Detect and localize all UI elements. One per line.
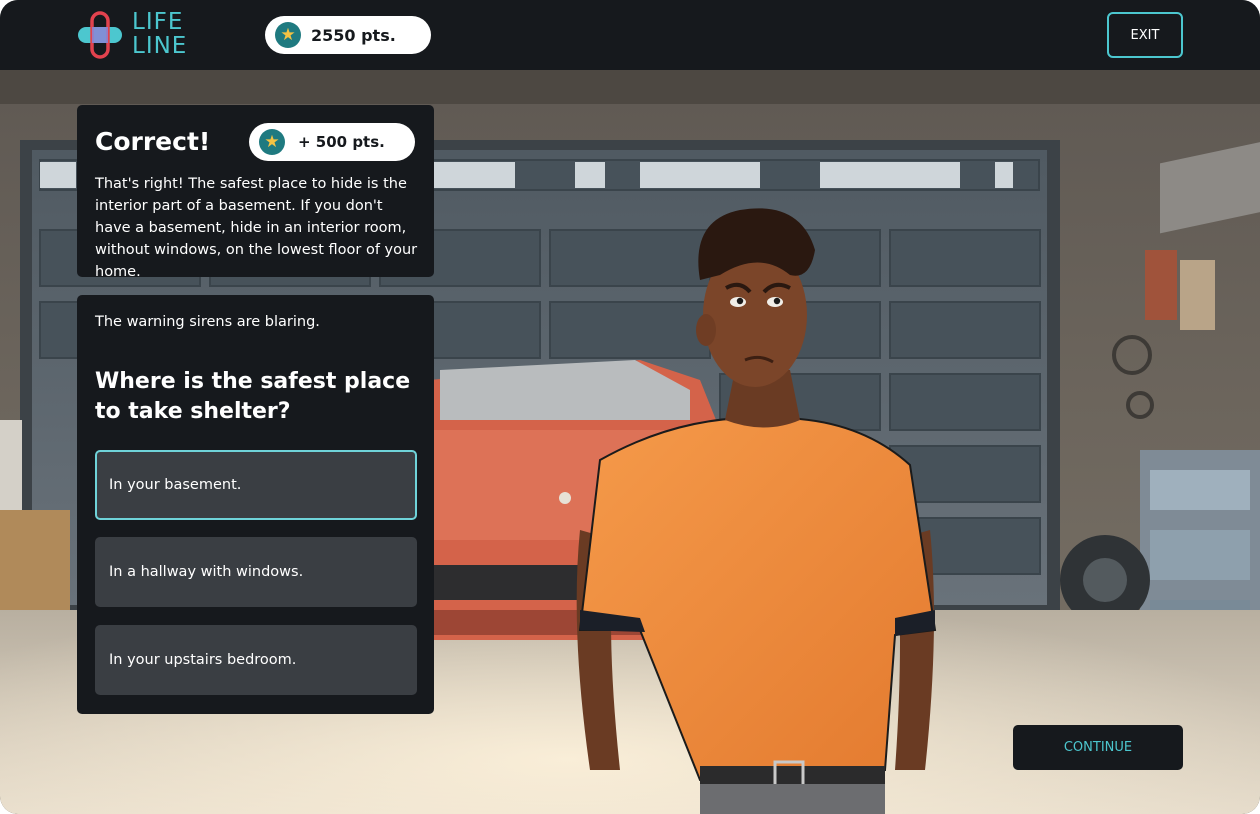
logo-line-1: LIFE [132, 9, 184, 35]
answer-option-bedroom[interactable]: In your upstairs bedroom. [95, 625, 417, 695]
question-text: Where is the safest place to take shelte… [95, 369, 411, 424]
score-text: 2550 pts. [311, 25, 396, 45]
top-bar: LIFE LINE ★ 2550 pts. EXIT [0, 0, 1260, 70]
question-card: The warning sirens are blaring. Where is… [77, 295, 434, 714]
continue-button[interactable]: CONTINUE [1013, 725, 1183, 770]
star-icon: ★ [275, 22, 301, 48]
star-icon: ★ [259, 129, 285, 155]
logo-text: LIFE LINE [132, 10, 187, 58]
medical-cross-icon [78, 11, 122, 59]
bonus-points-pill: ★ + 500 pts. [249, 123, 415, 161]
logo-line-2: LINE [132, 33, 188, 59]
bonus-points-text: + 500 pts. [298, 133, 385, 151]
feedback-explanation: That's right! The safest place to hide i… [95, 176, 418, 280]
game-screen: LIFE LINE ★ 2550 pts. EXIT Correct! ★ + … [0, 0, 1260, 814]
answer-option-basement[interactable]: In your basement. [95, 450, 417, 520]
lifeline-logo: LIFE LINE [76, 10, 206, 60]
feedback-card: Correct! ★ + 500 pts. That's right! The … [77, 105, 434, 280]
answer-option-hallway[interactable]: In a hallway with windows. [95, 537, 417, 607]
scenario-prompt: The warning sirens are blaring. [95, 314, 320, 330]
exit-button[interactable]: EXIT [1107, 12, 1183, 58]
feedback-title: Correct! [95, 127, 211, 156]
score-pill: ★ 2550 pts. [265, 16, 431, 54]
